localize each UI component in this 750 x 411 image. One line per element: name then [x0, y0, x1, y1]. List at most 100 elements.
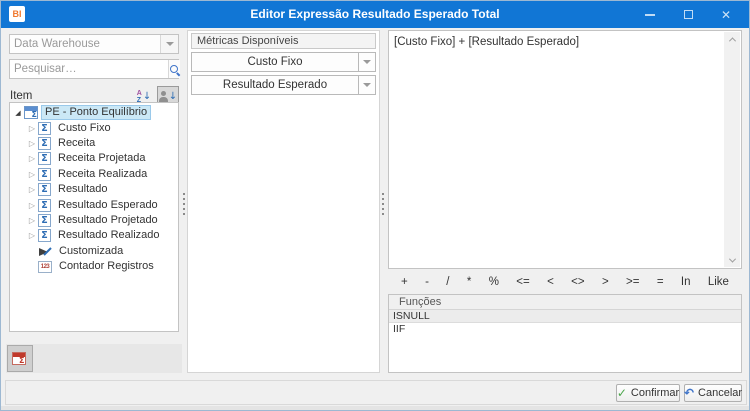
sigma-icon: Σ [38, 167, 51, 181]
tree-node-label[interactable]: Receita [55, 137, 98, 150]
tree-node-metric[interactable]: ▷ Σ Receita Projetada [10, 151, 178, 166]
metric-dropdown-button[interactable] [358, 53, 375, 71]
tree-node-customizada[interactable]: Customizada [10, 244, 178, 259]
footer-bar: ✓ Confirmar ↶ Cancelar [5, 380, 747, 405]
tree-node-label[interactable]: Customizada [56, 245, 126, 258]
sigma-icon: Σ [38, 213, 51, 227]
expanded-arrow-icon[interactable]: ◢ [12, 109, 24, 117]
cube-metric-icon: Σ [24, 106, 38, 120]
cancel-button[interactable]: ↶ Cancelar [684, 384, 742, 402]
expression-editor-box: [Custo Fixo] + [Resultado Esperado] [388, 30, 742, 269]
collapsed-arrow-icon[interactable]: ▷ [26, 124, 38, 133]
sigma-icon: Σ [38, 136, 51, 150]
tree-node-metric[interactable]: ▷ Σ Custo Fixo [10, 120, 178, 135]
operator-button[interactable]: < [547, 276, 554, 288]
custom-metric-icon [38, 245, 52, 258]
counter-123-icon: 123 [38, 260, 52, 273]
close-button[interactable]: ✕ [707, 1, 745, 28]
source-combobox-value: Data Warehouse [14, 38, 100, 50]
search-box [9, 59, 180, 79]
function-item-isnull[interactable]: ISNULL [389, 310, 741, 323]
dialog-window: BI Editor Expressão Resultado Esperado T… [0, 0, 750, 411]
operator-button[interactable]: / [446, 276, 449, 288]
metrics-tree: ◢ Σ PE - Ponto Equilíbrio ▷ Σ Custo Fixo… [9, 102, 179, 332]
operator-button[interactable]: Like [708, 276, 729, 288]
collapsed-arrow-icon[interactable]: ▷ [26, 185, 38, 194]
chevron-down-icon [728, 255, 736, 263]
metric-dropdown-button[interactable] [358, 76, 375, 94]
collapsed-arrow-icon[interactable]: ▷ [26, 139, 38, 148]
tree-node-label[interactable]: Resultado Esperado [55, 199, 161, 212]
tree-node-label[interactable]: Receita Realizada [55, 168, 150, 181]
collapsed-arrow-icon[interactable]: ▷ [26, 170, 38, 179]
search-button[interactable] [168, 60, 180, 78]
title-bar: BI Editor Expressão Resultado Esperado T… [1, 1, 749, 28]
maximize-button[interactable] [669, 1, 707, 28]
tree-node-label[interactable]: Custo Fixo [55, 122, 114, 135]
tree-node-label[interactable]: Contador Registros [56, 260, 157, 273]
person-sort-icon: ↓ [158, 91, 177, 102]
chevron-down-icon [363, 60, 371, 64]
collapsed-arrow-icon[interactable]: ▷ [26, 201, 38, 210]
red-metric-icon: Σ [11, 352, 26, 365]
operator-button[interactable]: <> [571, 276, 584, 288]
expression-text-input[interactable]: [Custo Fixo] + [Resultado Esperado] [394, 35, 719, 264]
available-metrics-panel: Métricas Disponíveis Custo Fixo Resultad… [187, 30, 380, 373]
operator-button[interactable]: = [657, 276, 664, 288]
confirm-button[interactable]: ✓ Confirmar [616, 384, 680, 402]
tree-node-metric[interactable]: ▷ Σ Resultado [10, 182, 178, 197]
operator-button[interactable]: * [467, 276, 471, 288]
tree-node-metric[interactable]: ▷ Σ Receita Realizada [10, 167, 178, 182]
operator-button[interactable]: - [425, 276, 429, 288]
expression-scrollbar[interactable] [724, 32, 740, 267]
collapsed-arrow-icon[interactable]: ▷ [26, 154, 38, 163]
available-metrics-header: Métricas Disponíveis [191, 33, 376, 49]
metric-view-toggle-button[interactable]: Σ [7, 345, 33, 372]
tree-node-root[interactable]: ◢ Σ PE - Ponto Equilíbrio [10, 105, 178, 121]
tree-node-label[interactable]: Resultado Realizado [55, 229, 163, 242]
tree-node-label[interactable]: Resultado Projetado [55, 214, 161, 227]
collapsed-arrow-icon[interactable]: ▷ [26, 216, 38, 225]
item-column-label: Item [10, 90, 33, 102]
search-input[interactable] [10, 60, 168, 78]
chevron-down-icon [165, 42, 174, 46]
source-combobox[interactable]: Data Warehouse [9, 34, 179, 54]
tree-node-metric[interactable]: ▷ Σ Receita [10, 136, 178, 151]
metric-button-label: Custo Fixo [247, 56, 303, 68]
sigma-icon: Σ [38, 198, 51, 212]
undo-icon: ↶ [683, 386, 695, 400]
tree-node-label[interactable]: PE - Ponto Equilíbrio [41, 105, 152, 121]
source-combobox-dropdown-button[interactable] [160, 35, 178, 53]
scroll-up-button[interactable] [724, 32, 740, 46]
metric-button-resultado-esperado[interactable]: Resultado Esperado [191, 75, 376, 95]
check-icon: ✓ [616, 386, 627, 400]
confirm-button-label: Confirmar [630, 387, 680, 399]
minimize-button[interactable] [631, 1, 669, 28]
tree-node-metric[interactable]: ▷ Σ Resultado Esperado [10, 197, 178, 212]
left-splitter-handle[interactable] [181, 193, 186, 217]
window-bottom-edge [1, 406, 749, 410]
scroll-down-button[interactable] [724, 253, 740, 267]
tree-node-contador[interactable]: 123 Contador Registros [10, 259, 178, 274]
left-toolbar-strip: Σ [6, 344, 182, 373]
operator-button[interactable]: In [681, 276, 691, 288]
operator-button[interactable]: <= [516, 276, 529, 288]
right-splitter-handle[interactable] [380, 193, 385, 217]
tree-node-metric[interactable]: ▷ Σ Resultado Realizado [10, 228, 178, 243]
cancel-button-label: Cancelar [698, 387, 743, 399]
metric-button-label: Resultado Esperado [222, 79, 328, 91]
sigma-icon: Σ [38, 229, 51, 243]
operator-button[interactable]: % [489, 276, 499, 288]
collapsed-arrow-icon[interactable]: ▷ [26, 231, 38, 240]
maximize-icon [683, 10, 693, 19]
operator-button[interactable]: + [401, 276, 408, 288]
tree-node-label[interactable]: Receita Projetada [55, 152, 148, 165]
chevron-up-icon [728, 36, 736, 44]
functions-list: Funções ISNULL IIF [388, 294, 742, 373]
function-item-iif[interactable]: IIF [389, 323, 741, 336]
metric-button-custo-fixo[interactable]: Custo Fixo [191, 52, 376, 72]
tree-node-metric[interactable]: ▷ Σ Resultado Projetado [10, 213, 178, 228]
operator-button[interactable]: > [602, 276, 609, 288]
operator-button[interactable]: >= [626, 276, 639, 288]
tree-node-label[interactable]: Resultado [55, 183, 111, 196]
